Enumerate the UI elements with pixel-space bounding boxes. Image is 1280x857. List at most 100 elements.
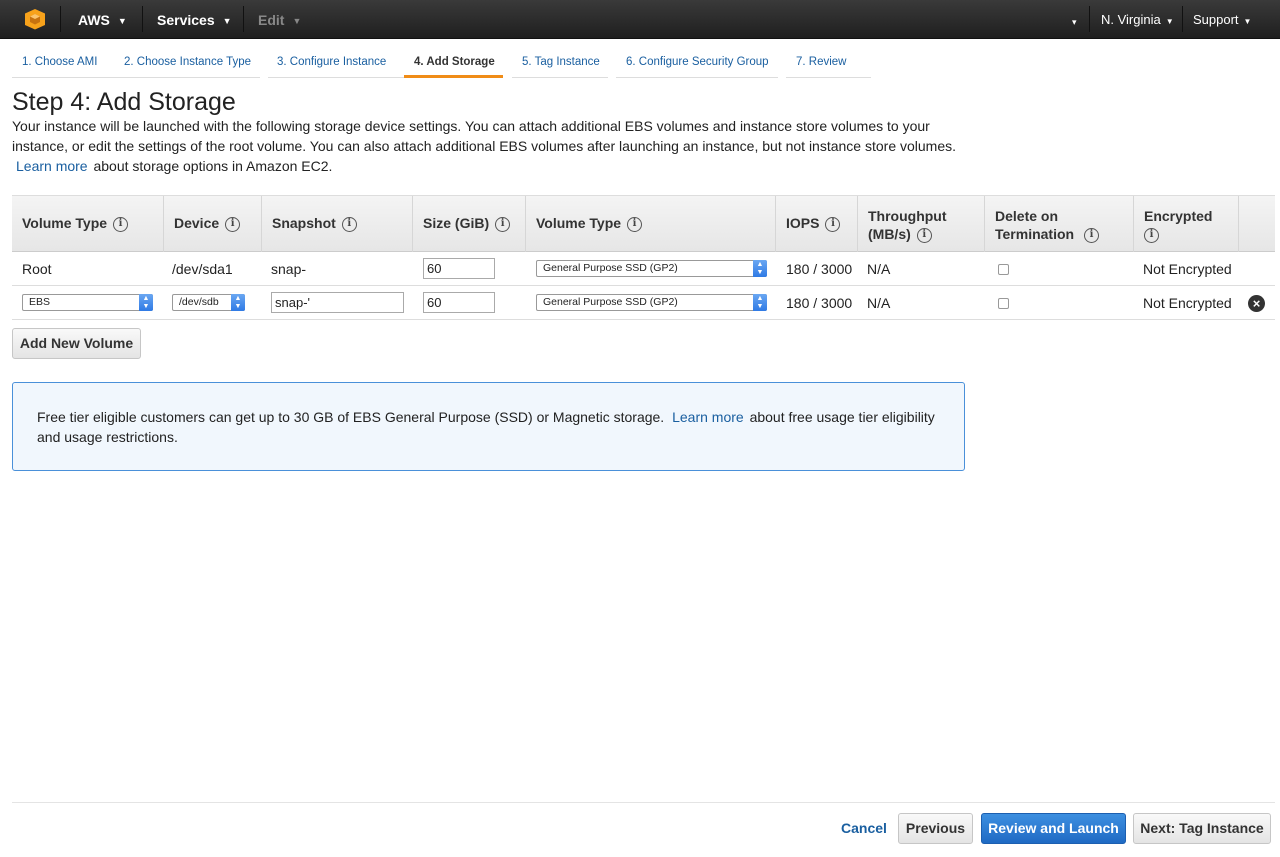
info-icon[interactable]: i (225, 216, 241, 232)
chevron-down-icon: ▼ (222, 16, 232, 27)
select-value: /dev/sdb (179, 296, 219, 308)
account-menu-caret[interactable]: ▾ (1072, 13, 1077, 31)
device-select[interactable]: /dev/sdb ▲ ▼ (172, 294, 245, 311)
page-title: Step 4: Add Storage (12, 88, 236, 116)
edit-menu[interactable]: Edit ▼ (258, 11, 301, 30)
delete-on-termination-checkbox[interactable] (998, 298, 1009, 309)
column-header-label: Snapshot (272, 215, 336, 231)
tab-label: 7. Review (796, 56, 847, 68)
select-value: EBS (29, 296, 51, 308)
tab-configure-instance[interactable]: 3. Configure Instance (268, 48, 406, 78)
remove-volume-icon[interactable]: × (1248, 295, 1265, 312)
info-icon[interactable]: i (341, 216, 357, 232)
tab-add-storage[interactable]: 4. Add Storage (404, 48, 503, 78)
column-header-label: Termination (995, 226, 1075, 242)
size-input[interactable]: 60 (423, 258, 495, 279)
column-header-encrypted: Encrypted i (1134, 196, 1239, 252)
iops-cell: 180 / 3000 (786, 295, 853, 311)
tab-label: 5. Tag Instance (522, 56, 600, 68)
column-header-label: Size (GiB) (423, 215, 490, 231)
encrypted-cell: Not Encrypted (1143, 261, 1232, 277)
aws-menu[interactable]: AWS ▼ (78, 11, 127, 30)
notice-learn-more-link[interactable]: Learn more (672, 409, 744, 425)
column-header-delete-on-termination: Delete on Termination i (985, 196, 1134, 252)
delete-on-termination-checkbox[interactable] (998, 264, 1009, 275)
page-description: Your instance will be launched with the … (12, 116, 972, 176)
tab-label: 4. Add Storage (414, 56, 495, 68)
storage-table: Volume Type i Device i Snapshot i Size (GiB… (12, 195, 1275, 320)
aws-cube-logo-icon[interactable] (24, 8, 46, 30)
add-new-volume-button[interactable]: Add New Volume (12, 328, 141, 359)
intro-text: Your instance will be launched with the … (12, 118, 957, 154)
column-header-label: IOPS (786, 215, 820, 231)
table-row-root: Root /dev/sda1 snap- 60 General Purpose … (12, 252, 1275, 286)
device-cell: /dev/sda1 (172, 261, 233, 277)
snapshot-cell: snap- (271, 261, 307, 277)
previous-button[interactable]: Previous (898, 813, 973, 844)
column-header-size: Size (GiB) i (413, 196, 526, 252)
tab-tag-instance[interactable]: 5. Tag Instance (512, 48, 608, 78)
services-menu[interactable]: Services ▼ (157, 11, 232, 30)
info-icon[interactable]: i (916, 227, 932, 243)
review-and-launch-button[interactable]: Review and Launch (981, 813, 1126, 844)
cancel-link[interactable]: Cancel (841, 820, 887, 836)
column-header-label: (MB/s) (868, 226, 911, 242)
learn-more-link[interactable]: Learn more (16, 158, 88, 174)
column-header-snapshot: Snapshot i (262, 196, 413, 252)
tab-label: 6. Configure Security Group (626, 56, 769, 68)
throughput-cell: N/A (867, 295, 891, 311)
services-menu-label: Services (157, 12, 215, 28)
region-menu[interactable]: N. Virginia ▼ (1101, 11, 1174, 31)
nav-divider (142, 6, 143, 32)
column-header-throughput: Throughput (MB/s) i (858, 196, 985, 252)
volume-type-select[interactable]: EBS ▲ ▼ (22, 294, 153, 311)
column-header-label: Volume Type (536, 215, 622, 231)
ebs-volume-type-select[interactable]: General Purpose SSD (GP2) ▲ ▼ (536, 294, 767, 311)
chevron-down-icon: ▼ (1165, 17, 1174, 26)
ebs-volume-type-select[interactable]: General Purpose SSD (GP2) ▲ ▼ (536, 260, 767, 277)
tab-label: 3. Configure Instance (277, 56, 387, 68)
column-header-ebs-volume-type: Volume Type i (526, 196, 776, 252)
iops-cell: 180 / 3000 (786, 261, 853, 277)
table-row-ebs: EBS ▲ ▼ /dev/sdb ▲ ▼ snap-' 60 General Pur… (12, 286, 1275, 320)
info-icon[interactable]: i (495, 216, 511, 232)
intro-tail: about storage options in Amazon EC2. (93, 158, 333, 174)
table-header: Volume Type i Device i Snapshot i Size (GiB… (12, 195, 1275, 252)
info-icon[interactable]: i (627, 216, 643, 232)
column-header-label: Delete on (995, 208, 1059, 224)
column-header-label: Encrypted (1144, 208, 1213, 224)
column-header-device: Device i (164, 196, 262, 252)
column-header-volume-type: Volume Type i (12, 196, 164, 252)
nav-divider (1089, 6, 1090, 32)
column-header-label: Device (174, 215, 220, 231)
snapshot-input[interactable]: snap-' (271, 292, 404, 313)
select-value: General Purpose SSD (GP2) (543, 262, 678, 274)
chevron-down-icon: ▼ (1243, 17, 1252, 26)
tab-choose-instance-type[interactable]: 2. Choose Instance Type (114, 48, 260, 78)
tab-label: 2. Choose Instance Type (124, 56, 252, 68)
notice-text: Free tier eligible customers can get up … (37, 409, 665, 425)
tab-configure-security-group[interactable]: 6. Configure Security Group (616, 48, 778, 78)
info-icon[interactable]: i (825, 216, 841, 232)
footer-divider (12, 802, 1275, 803)
size-input[interactable]: 60 (423, 292, 495, 313)
tab-review[interactable]: 7. Review (786, 48, 871, 78)
info-icon[interactable]: i (1144, 227, 1159, 243)
column-header-label: Throughput (868, 208, 947, 224)
select-arrows-icon: ▲ ▼ (139, 294, 153, 311)
next-tag-instance-button[interactable]: Next: Tag Instance (1133, 813, 1271, 844)
chevron-down-icon: ▼ (117, 16, 127, 27)
select-arrows-icon: ▲ ▼ (753, 294, 767, 311)
select-arrows-icon: ▲ ▼ (231, 294, 245, 311)
edit-menu-label: Edit (258, 12, 285, 28)
nav-divider (60, 6, 61, 32)
chevron-down-icon: ▼ (292, 16, 302, 27)
nav-divider (1182, 6, 1183, 32)
column-header-iops: IOPS i (776, 196, 858, 252)
info-icon[interactable]: i (1084, 227, 1100, 243)
top-nav-bar: AWS ▼ Services ▼ Edit ▼ ▾ N. Virginia ▼ Supp… (0, 0, 1280, 39)
support-menu[interactable]: Support ▼ (1193, 11, 1251, 31)
select-value: General Purpose SSD (GP2) (543, 296, 678, 308)
tab-choose-ami[interactable]: 1. Choose AMI (12, 48, 114, 78)
info-icon[interactable]: i (113, 216, 129, 232)
